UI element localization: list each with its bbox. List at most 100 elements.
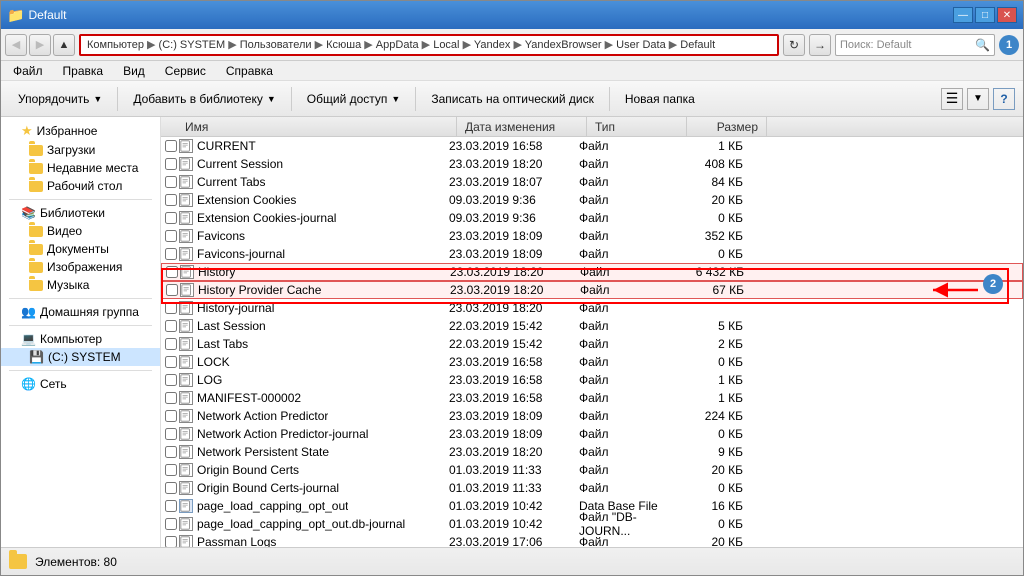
go-button[interactable]: → xyxy=(809,34,831,56)
file-checkbox[interactable] xyxy=(165,374,177,386)
sidebar-item-docs[interactable]: Документы xyxy=(1,240,160,258)
table-row[interactable]: Current Tabs 23.03.2019 18:07 Файл 84 КБ xyxy=(161,173,1023,191)
table-row[interactable]: Origin Bound Certs-journal 01.03.2019 11… xyxy=(161,479,1023,497)
table-row[interactable]: LOCK 23.03.2019 16:58 Файл 0 КБ xyxy=(161,353,1023,371)
table-row[interactable]: History 23.03.2019 18:20 Файл 6 432 КБ xyxy=(161,263,1023,281)
menu-help[interactable]: Справка xyxy=(222,63,277,79)
sidebar-item-libraries[interactable]: 📚 Библиотеки xyxy=(1,204,160,222)
table-row[interactable]: Network Action Predictor-journal 23.03.2… xyxy=(161,425,1023,443)
file-checkbox[interactable] xyxy=(165,446,177,458)
file-date: 23.03.2019 16:58 xyxy=(441,373,571,387)
table-row[interactable]: LOG 23.03.2019 16:58 Файл 1 КБ xyxy=(161,371,1023,389)
file-checkbox[interactable] xyxy=(166,284,178,296)
date-col-header[interactable]: Дата изменения xyxy=(457,117,587,136)
table-row[interactable]: History-journal 23.03.2019 18:20 Файл xyxy=(161,299,1023,317)
sidebar-item-favorites[interactable]: ★ Избранное xyxy=(1,121,160,141)
menu-file[interactable]: Файл xyxy=(9,63,47,79)
sidebar-item-images[interactable]: Изображения xyxy=(1,258,160,276)
file-checkbox[interactable] xyxy=(165,194,177,206)
sidebar-item-downloads[interactable]: Загрузки xyxy=(1,141,160,159)
help-button[interactable]: ? xyxy=(993,88,1015,110)
file-checkbox[interactable] xyxy=(165,410,177,422)
file-checkbox[interactable] xyxy=(165,176,177,188)
file-type: Файл xyxy=(571,355,671,369)
table-row[interactable]: Network Persistent State 23.03.2019 18:2… xyxy=(161,443,1023,461)
view-list-button[interactable]: ☰ xyxy=(941,88,963,110)
table-row[interactable]: Extension Cookies-journal 09.03.2019 9:3… xyxy=(161,209,1023,227)
organize-button[interactable]: Упорядочить ▼ xyxy=(9,86,111,112)
name-col-header[interactable]: Имя xyxy=(177,117,457,136)
file-checkbox[interactable] xyxy=(165,464,177,476)
file-name: Current Session xyxy=(197,157,283,171)
table-row[interactable]: Origin Bound Certs 01.03.2019 11:33 Файл… xyxy=(161,461,1023,479)
close-button[interactable]: ✕ xyxy=(997,7,1017,23)
maximize-button[interactable]: □ xyxy=(975,7,995,23)
menu-service[interactable]: Сервис xyxy=(161,63,210,79)
file-name: Network Persistent State xyxy=(197,445,329,459)
file-type: Файл xyxy=(571,409,671,423)
sidebar-item-computer[interactable]: 💻 Компьютер xyxy=(1,330,160,348)
file-checkbox[interactable] xyxy=(166,266,178,278)
file-checkbox[interactable] xyxy=(165,338,177,350)
sidebar-item-video[interactable]: Видео xyxy=(1,222,160,240)
sidebar-item-drive-c[interactable]: 💾 (C:) SYSTEM xyxy=(1,348,160,366)
file-checkbox-cell xyxy=(163,392,179,404)
table-row[interactable]: Network Action Predictor 23.03.2019 18:0… xyxy=(161,407,1023,425)
table-row[interactable]: Favicons-journal 23.03.2019 18:09 Файл 0… xyxy=(161,245,1023,263)
menu-edit[interactable]: Правка xyxy=(59,63,108,79)
table-row[interactable]: CURRENT 23.03.2019 16:58 Файл 1 КБ xyxy=(161,137,1023,155)
file-checkbox[interactable] xyxy=(165,482,177,494)
table-row[interactable]: Current Session 23.03.2019 18:20 Файл 40… xyxy=(161,155,1023,173)
file-name: Favicons-journal xyxy=(197,247,285,261)
table-row[interactable]: Last Session 22.03.2019 15:42 Файл 5 КБ xyxy=(161,317,1023,335)
table-row[interactable]: Last Tabs 22.03.2019 15:42 Файл 2 КБ xyxy=(161,335,1023,353)
file-name: Last Session xyxy=(197,319,266,333)
up-button[interactable]: ▲ xyxy=(53,34,75,56)
file-checkbox[interactable] xyxy=(165,392,177,404)
file-checkbox-cell xyxy=(163,446,179,458)
file-checkbox[interactable] xyxy=(165,428,177,440)
table-row[interactable]: Passman Logs 23.03.2019 17:06 Файл 20 КБ xyxy=(161,533,1023,547)
file-checkbox[interactable] xyxy=(165,518,177,530)
file-name-cell: Favicons xyxy=(179,229,441,243)
burn-button[interactable]: Записать на оптический диск xyxy=(422,86,603,112)
refresh-button[interactable]: ↻ xyxy=(783,34,805,56)
file-checkbox[interactable] xyxy=(165,500,177,512)
file-checkbox[interactable] xyxy=(165,320,177,332)
file-checkbox[interactable] xyxy=(165,140,177,152)
file-checkbox[interactable] xyxy=(165,158,177,170)
sidebar-item-desktop[interactable]: Рабочий стол xyxy=(1,177,160,195)
file-checkbox[interactable] xyxy=(165,212,177,224)
file-size: 84 КБ xyxy=(671,175,751,189)
forward-button[interactable]: ▶ xyxy=(29,34,51,56)
file-checkbox[interactable] xyxy=(165,248,177,260)
back-button[interactable]: ◀ xyxy=(5,34,27,56)
table-row[interactable]: Extension Cookies 09.03.2019 9:36 Файл 2… xyxy=(161,191,1023,209)
sidebar-item-network[interactable]: 🌐 Сеть xyxy=(1,375,160,393)
sidebar-item-recent[interactable]: Недавние места xyxy=(1,159,160,177)
table-row[interactable]: page_load_capping_opt_out.db-journal 01.… xyxy=(161,515,1023,533)
sidebar-item-homegroup[interactable]: 👥 Домашняя группа xyxy=(1,303,160,321)
file-checkbox[interactable] xyxy=(165,230,177,242)
file-checkbox[interactable] xyxy=(165,302,177,314)
sidebar-item-music[interactable]: Музыка xyxy=(1,276,160,294)
add-library-button[interactable]: Добавить в библиотеку ▼ xyxy=(124,86,284,112)
address-bar[interactable]: Компьютер ▶ (C:) SYSTEM ▶ Пользователи ▶… xyxy=(79,34,779,56)
search-box[interactable]: Поиск: Default 🔍 xyxy=(835,34,995,56)
file-checkbox[interactable] xyxy=(165,536,177,547)
file-size: 0 КБ xyxy=(671,211,751,225)
new-folder-button[interactable]: Новая папка xyxy=(616,86,704,112)
type-col-header[interactable]: Тип xyxy=(587,117,687,136)
search-placeholder: Поиск: Default xyxy=(840,39,911,51)
table-row[interactable]: History Provider Cache 23.03.2019 18:20 … xyxy=(161,281,1023,299)
table-row[interactable]: Favicons 23.03.2019 18:09 Файл 352 КБ xyxy=(161,227,1023,245)
file-name: History Provider Cache xyxy=(198,283,321,297)
menu-view[interactable]: Вид xyxy=(119,63,149,79)
view-toggle-button[interactable]: ▼ xyxy=(967,88,989,110)
file-checkbox[interactable] xyxy=(165,356,177,368)
minimize-button[interactable]: — xyxy=(953,7,973,23)
size-col-header[interactable]: Размер xyxy=(687,117,767,136)
file-name-cell: Last Session xyxy=(179,319,441,333)
share-button[interactable]: Общий доступ ▼ xyxy=(298,86,410,112)
table-row[interactable]: MANIFEST-000002 23.03.2019 16:58 Файл 1 … xyxy=(161,389,1023,407)
